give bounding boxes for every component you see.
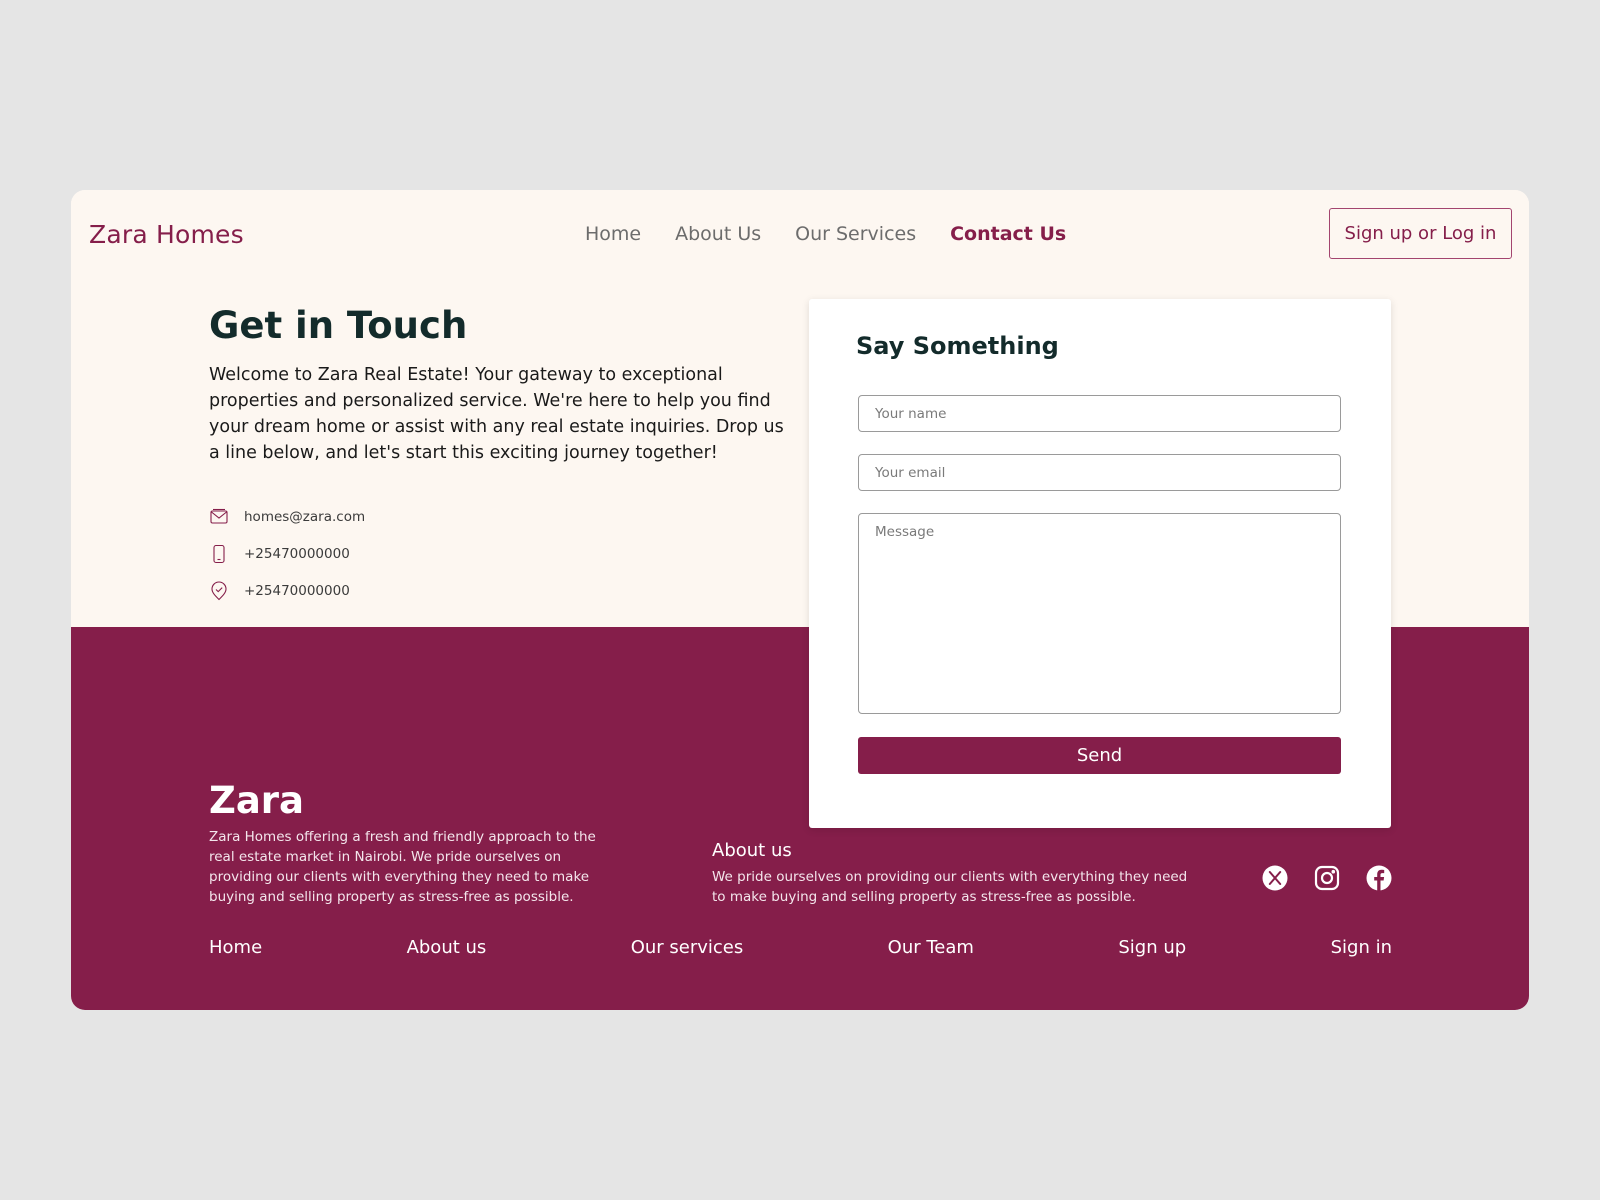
nav-item-contact-us[interactable]: Contact Us <box>950 223 1066 245</box>
phone-icon <box>209 544 229 564</box>
mail-icon <box>209 507 229 527</box>
contact-email[interactable]: homes@zara.com <box>244 509 365 525</box>
contact-email-row: homes@zara.com <box>209 498 365 535</box>
footer-about-title: About us <box>712 840 792 861</box>
instagram-icon[interactable] <box>1313 864 1341 892</box>
location-icon <box>209 580 229 601</box>
page-frame: Zara Homes Home About Us Our Services Co… <box>71 190 1529 1010</box>
footer-link-sign-in[interactable]: Sign in <box>1331 937 1392 958</box>
footer-nav: Home About us Our services Our Team Sign… <box>209 937 1392 958</box>
form-title: Say Something <box>856 332 1059 360</box>
social-links <box>1261 864 1417 892</box>
x-icon[interactable] <box>1261 864 1289 892</box>
footer-link-about-us[interactable]: About us <box>407 937 487 958</box>
send-button[interactable]: Send <box>858 737 1341 774</box>
footer-brand: Zara <box>209 779 305 822</box>
contact-list: homes@zara.com +25470000000 +25470000000 <box>209 498 365 609</box>
email-input[interactable] <box>858 454 1341 491</box>
footer-link-home[interactable]: Home <box>209 937 262 958</box>
footer-brand-text: Zara Homes offering a fresh and friendly… <box>209 829 596 905</box>
logo[interactable]: Zara Homes <box>89 220 244 249</box>
contact-location[interactable]: +25470000000 <box>244 583 350 599</box>
footer-link-our-services[interactable]: Our services <box>631 937 744 958</box>
nav-item-home[interactable]: Home <box>585 223 641 245</box>
message-textarea[interactable] <box>858 513 1341 714</box>
contact-form-card: Say Something Send <box>809 299 1391 828</box>
footer-about-text: We pride ourselves on providing our clie… <box>712 869 1188 905</box>
main-nav: Home About Us Our Services Contact Us <box>585 223 1100 245</box>
footer-link-our-team[interactable]: Our Team <box>888 937 974 958</box>
page-title: Get in Touch <box>209 304 468 347</box>
intro-text: Welcome to Zara Real Estate! Your gatewa… <box>209 365 784 463</box>
footer-link-sign-up[interactable]: Sign up <box>1118 937 1186 958</box>
name-input[interactable] <box>858 395 1341 432</box>
nav-item-about-us[interactable]: About Us <box>675 223 761 245</box>
facebook-icon[interactable] <box>1365 864 1393 892</box>
contact-phone-row: +25470000000 <box>209 535 365 572</box>
contact-location-row: +25470000000 <box>209 572 365 609</box>
nav-item-our-services[interactable]: Our Services <box>795 223 916 245</box>
signup-login-button[interactable]: Sign up or Log in <box>1329 208 1512 259</box>
contact-phone[interactable]: +25470000000 <box>244 546 350 562</box>
